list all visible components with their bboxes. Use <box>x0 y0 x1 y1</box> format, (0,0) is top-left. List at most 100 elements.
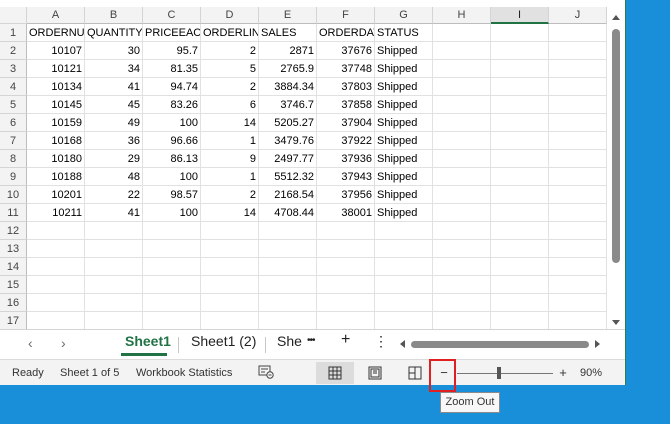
empty-cell[interactable] <box>259 312 317 330</box>
empty-cell[interactable] <box>433 60 491 78</box>
data-cell[interactable]: Shipped <box>375 60 433 78</box>
data-cell[interactable]: Shipped <box>375 114 433 132</box>
vertical-scroll-thumb[interactable] <box>612 29 620 263</box>
data-cell[interactable]: 14 <box>201 114 259 132</box>
empty-cell[interactable] <box>143 222 201 240</box>
empty-cell[interactable] <box>143 276 201 294</box>
data-cell[interactable]: 10168 <box>27 132 85 150</box>
empty-cell[interactable] <box>433 114 491 132</box>
empty-cell[interactable] <box>491 60 549 78</box>
empty-cell[interactable] <box>549 42 607 60</box>
data-cell[interactable]: 10211 <box>27 204 85 222</box>
normal-view-icon[interactable] <box>316 362 354 384</box>
zoom-in-button[interactable]: + <box>557 365 569 380</box>
data-cell[interactable]: 22 <box>85 186 143 204</box>
tab-sheet-truncated[interactable]: She <box>277 333 302 349</box>
scroll-up-icon[interactable] <box>612 15 620 20</box>
data-cell[interactable]: Shipped <box>375 132 433 150</box>
empty-cell[interactable] <box>491 132 549 150</box>
data-cell[interactable]: 9 <box>201 150 259 168</box>
data-cell[interactable]: 37748 <box>317 60 375 78</box>
empty-cell[interactable] <box>549 96 607 114</box>
data-cell[interactable]: 29 <box>85 150 143 168</box>
data-cell[interactable]: Shipped <box>375 204 433 222</box>
empty-cell[interactable] <box>259 276 317 294</box>
chevron-left-icon[interactable]: ‹ <box>28 335 33 351</box>
header-cell[interactable]: PRICEEACH <box>143 24 201 42</box>
empty-cell[interactable] <box>549 240 607 258</box>
empty-cell[interactable] <box>549 258 607 276</box>
empty-cell[interactable] <box>549 24 607 42</box>
data-cell[interactable]: 1 <box>201 132 259 150</box>
column-header-a[interactable]: A <box>27 7 85 24</box>
empty-cell[interactable] <box>433 294 491 312</box>
data-cell[interactable]: 2 <box>201 186 259 204</box>
empty-cell[interactable] <box>375 276 433 294</box>
data-cell[interactable]: 2 <box>201 78 259 96</box>
empty-cell[interactable] <box>201 222 259 240</box>
empty-cell[interactable] <box>433 24 491 42</box>
row-header-8[interactable]: 8 <box>0 150 27 168</box>
data-cell[interactable]: 10121 <box>27 60 85 78</box>
data-cell[interactable]: 37936 <box>317 150 375 168</box>
data-cell[interactable]: 4708.44 <box>259 204 317 222</box>
data-cell[interactable]: 83.26 <box>143 96 201 114</box>
data-cell[interactable]: 98.57 <box>143 186 201 204</box>
empty-cell[interactable] <box>491 186 549 204</box>
empty-cell[interactable] <box>491 258 549 276</box>
header-cell[interactable]: ORDERDATE <box>317 24 375 42</box>
data-cell[interactable]: 96.66 <box>143 132 201 150</box>
row-header-16[interactable]: 16 <box>0 294 27 312</box>
empty-cell[interactable] <box>85 240 143 258</box>
empty-cell[interactable] <box>27 222 85 240</box>
empty-cell[interactable] <box>491 312 549 330</box>
data-cell[interactable]: 37803 <box>317 78 375 96</box>
empty-cell[interactable] <box>375 294 433 312</box>
data-cell[interactable]: 37922 <box>317 132 375 150</box>
data-cell[interactable]: 1 <box>201 168 259 186</box>
data-cell[interactable]: 100 <box>143 204 201 222</box>
data-cell[interactable]: 37676 <box>317 42 375 60</box>
column-header-f[interactable]: F <box>317 7 375 24</box>
empty-cell[interactable] <box>549 312 607 330</box>
horizontal-scroll-thumb[interactable] <box>411 341 589 348</box>
empty-cell[interactable] <box>491 204 549 222</box>
scroll-down-icon[interactable] <box>612 320 620 325</box>
row-header-15[interactable]: 15 <box>0 276 27 294</box>
add-sheet-icon[interactable]: + <box>341 331 350 349</box>
empty-cell[interactable] <box>85 276 143 294</box>
row-header-17[interactable]: 17 <box>0 312 27 330</box>
empty-cell[interactable] <box>143 258 201 276</box>
empty-cell[interactable] <box>317 312 375 330</box>
empty-cell[interactable] <box>549 204 607 222</box>
empty-cell[interactable] <box>85 258 143 276</box>
header-cell[interactable]: ORDERLINENUMBER <box>201 24 259 42</box>
data-cell[interactable]: 37943 <box>317 168 375 186</box>
empty-cell[interactable] <box>491 114 549 132</box>
data-cell[interactable]: 10180 <box>27 150 85 168</box>
row-header-12[interactable]: 12 <box>0 222 27 240</box>
empty-cell[interactable] <box>27 240 85 258</box>
empty-cell[interactable] <box>317 240 375 258</box>
column-header-j[interactable]: J <box>549 7 607 24</box>
sheet-count[interactable]: Sheet 1 of 5 <box>60 367 119 379</box>
header-cell[interactable]: SALES <box>259 24 317 42</box>
empty-cell[interactable] <box>201 294 259 312</box>
empty-cell[interactable] <box>549 150 607 168</box>
data-cell[interactable]: 36 <box>85 132 143 150</box>
data-cell[interactable]: 5205.27 <box>259 114 317 132</box>
data-cell[interactable]: 2168.54 <box>259 186 317 204</box>
data-cell[interactable]: 94.74 <box>143 78 201 96</box>
empty-cell[interactable] <box>549 168 607 186</box>
data-cell[interactable]: 2765.9 <box>259 60 317 78</box>
empty-cell[interactable] <box>433 240 491 258</box>
empty-cell[interactable] <box>491 222 549 240</box>
data-cell[interactable]: 38001 <box>317 204 375 222</box>
header-cell[interactable]: STATUS <box>375 24 433 42</box>
data-cell[interactable]: Shipped <box>375 96 433 114</box>
empty-cell[interactable] <box>491 42 549 60</box>
empty-cell[interactable] <box>143 312 201 330</box>
tab-sheet1-2[interactable]: Sheet1 (2) <box>191 333 256 349</box>
row-header-10[interactable]: 10 <box>0 186 27 204</box>
vertical-scrollbar[interactable] <box>608 7 625 329</box>
